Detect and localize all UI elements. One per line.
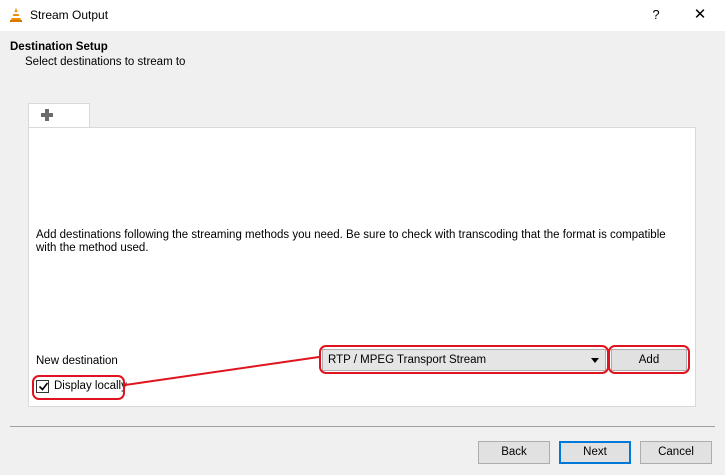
highlight-add-button <box>608 345 690 374</box>
vlc-cone-icon <box>10 8 22 22</box>
back-button[interactable]: Back <box>478 441 550 464</box>
title-bar: Stream Output ? ✕ <box>0 0 725 31</box>
new-destination-label: New destination <box>36 355 118 367</box>
footer-separator <box>10 426 715 427</box>
cancel-button[interactable]: Cancel <box>640 441 712 464</box>
destination-description: Add destinations following the streaming… <box>36 229 666 254</box>
tab-add-destination[interactable] <box>28 103 90 128</box>
plus-icon <box>41 109 53 121</box>
page-title: Destination Setup <box>10 41 108 53</box>
page-subtitle: Select destinations to stream to <box>25 56 186 68</box>
highlight-display-locally <box>32 375 125 400</box>
next-button[interactable]: Next <box>559 441 631 464</box>
help-button[interactable]: ? <box>641 2 671 28</box>
highlight-destination-select <box>319 345 609 374</box>
window-title: Stream Output <box>30 8 109 22</box>
close-button[interactable]: ✕ <box>680 2 720 28</box>
